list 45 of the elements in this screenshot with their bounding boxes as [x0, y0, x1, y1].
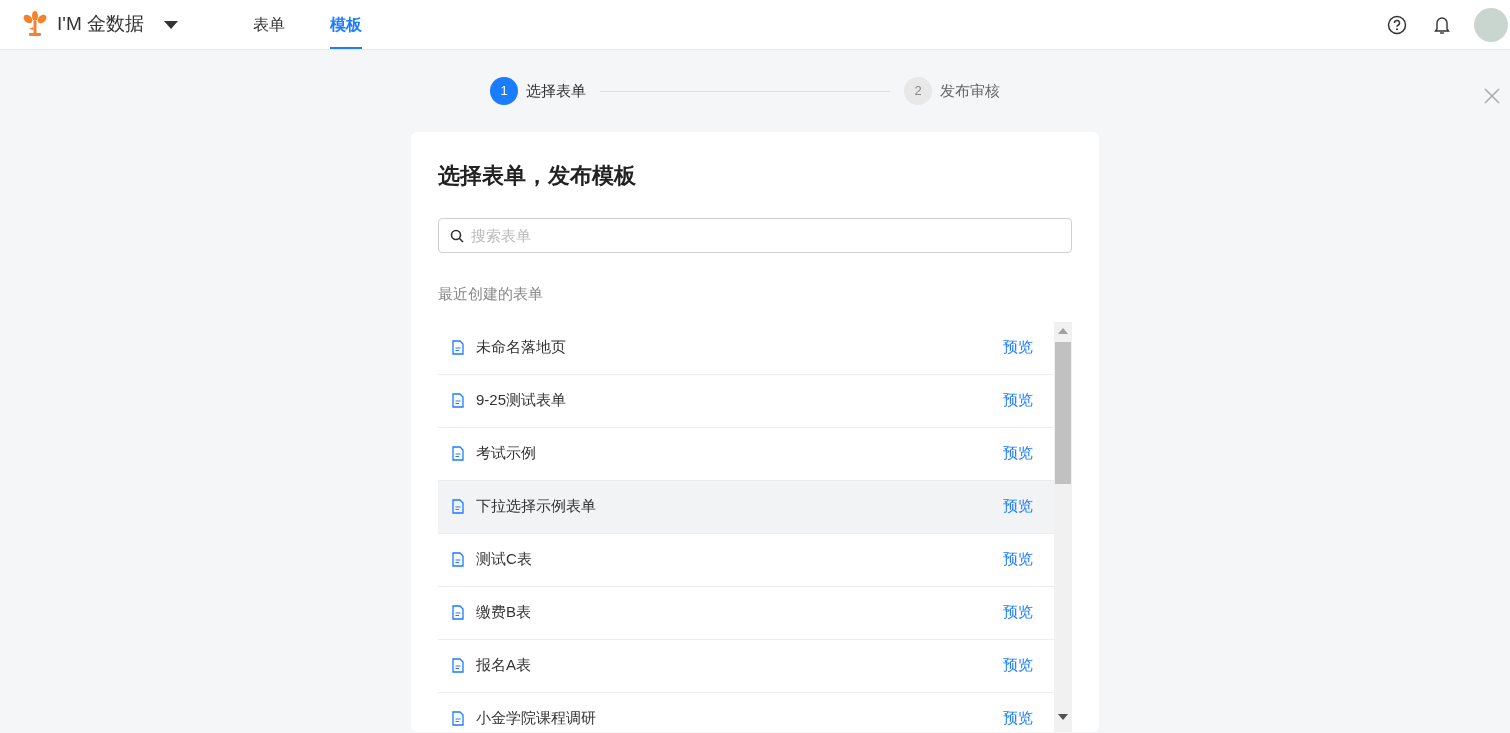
nav-tab[interactable]: 表单 [253, 0, 285, 49]
preview-link[interactable]: 预览 [1003, 654, 1033, 677]
preview-link[interactable]: 预览 [1003, 601, 1033, 624]
form-name: 缴费B表 [476, 602, 532, 623]
step-number: 1 [490, 77, 518, 105]
form-name: 9-25测试表单 [476, 390, 568, 411]
document-icon [452, 446, 464, 461]
form-name: 小金学院课程调研 [476, 708, 597, 729]
form-name: 报名A表 [476, 655, 532, 676]
document-icon [452, 605, 464, 620]
help-icon[interactable] [1387, 14, 1407, 35]
caret-icon[interactable] [164, 20, 178, 29]
preview-link[interactable]: 预览 [1003, 707, 1033, 730]
form-name: 未命名落地页 [476, 337, 567, 358]
document-icon [452, 340, 464, 355]
document-icon [452, 393, 464, 408]
form-name: 考试示例 [476, 443, 537, 464]
preview-link[interactable]: 预览 [1003, 548, 1033, 571]
preview-link[interactable]: 预览 [1003, 495, 1033, 518]
document-icon [452, 499, 464, 514]
search-field[interactable]: 搜索表单 [438, 218, 1072, 253]
scrollbar[interactable] [1054, 321, 1072, 732]
scroll-thumb[interactable] [1055, 341, 1071, 484]
preview-link[interactable]: 预览 [1003, 389, 1033, 412]
document-icon [452, 552, 464, 567]
form-name: 下拉选择示例表单 [476, 496, 597, 517]
close-icon[interactable] [1484, 88, 1500, 104]
step-label: 发布审核 [940, 80, 1000, 101]
preview-link[interactable]: 预览 [1003, 442, 1033, 465]
preview-link[interactable]: 预览 [1003, 336, 1033, 359]
form-name: 测试C表 [476, 549, 533, 570]
document-icon [452, 711, 464, 726]
search-icon [450, 229, 464, 243]
brand-name: I'M 金数据 [57, 12, 144, 37]
scroll-down-icon[interactable] [1058, 713, 1068, 720]
nav-tab[interactable]: 模板 [330, 0, 362, 49]
card-title: 选择表单，发布模板 [438, 162, 637, 190]
avatar[interactable] [1474, 7, 1508, 42]
document-icon [452, 658, 464, 673]
form-row[interactable]: 下拉选择示例表单 预览 [438, 480, 1054, 534]
bell-icon[interactable] [1434, 14, 1450, 35]
scroll-up-icon[interactable] [1058, 327, 1068, 334]
step-label: 选择表单 [526, 80, 586, 101]
section-label: 最近创建的表单 [438, 284, 544, 304]
step-number: 2 [904, 77, 932, 105]
